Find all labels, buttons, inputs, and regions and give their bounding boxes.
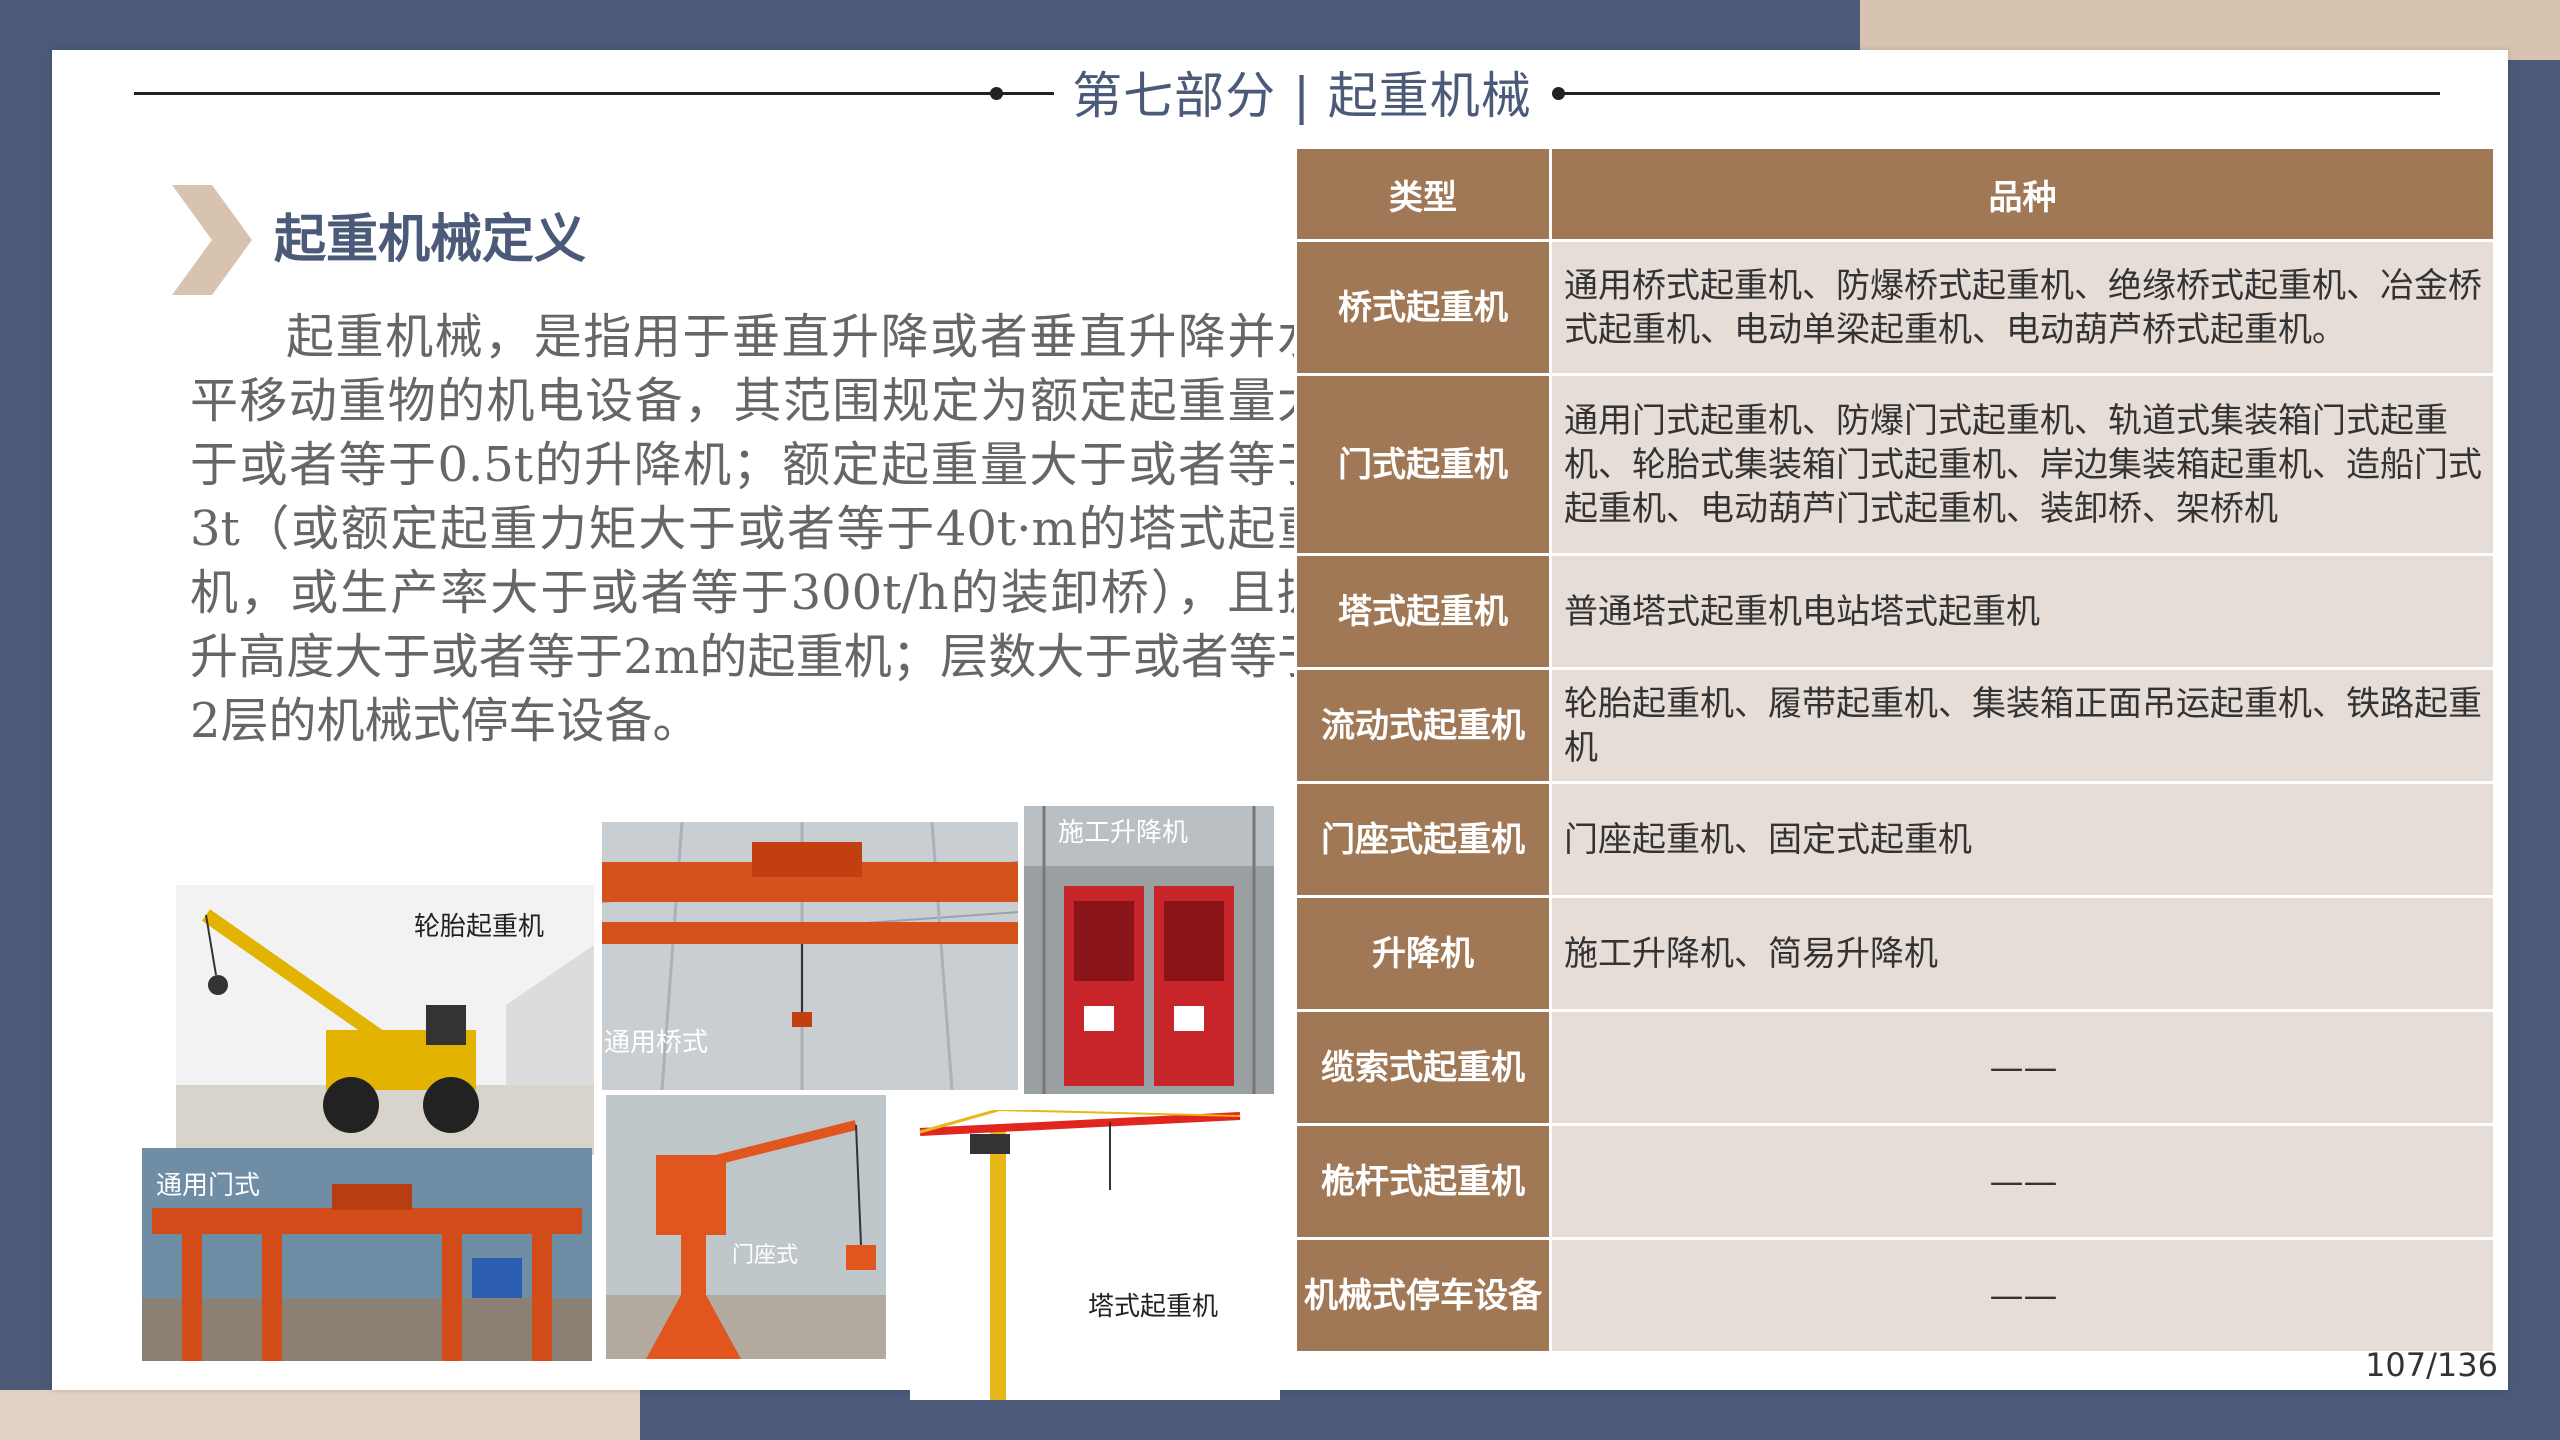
- table-row: 门座式起重机 门座起重机、固定式起重机: [1294, 781, 2496, 898]
- chevron-right-icon: [172, 185, 252, 295]
- tower-crane-caption: 塔式起重机: [1088, 1292, 1219, 1322]
- table-row: 缆索式起重机 ——: [1294, 1009, 2496, 1126]
- row-varieties-cell: 施工升降机、简易升降机: [1549, 895, 2496, 1012]
- section-title: 起重机械定义: [274, 210, 587, 270]
- table-row: 塔式起重机 普通塔式起重机电站塔式起重机: [1294, 553, 2496, 670]
- definition-text: 起重机械，是指用于垂直升降或者垂直升降并水平移动重物的机电设备，其范围规定为额定…: [190, 309, 1325, 749]
- crane-types-table: 类型 品种 桥式起重机 通用桥式起重机、防爆桥式起重机、绝缘桥式起重机、冶金桥式…: [1294, 146, 2496, 1354]
- row-type-cell: 缆索式起重机: [1294, 1009, 1552, 1126]
- background-navy-right: [2500, 60, 2560, 1390]
- table-row: 流动式起重机 轮胎起重机、履带起重机、集装箱正面吊运起重机、铁路起重机: [1294, 667, 2496, 784]
- tower-crane-photo: [910, 1110, 1280, 1400]
- table-header-row: 类型 品种: [1294, 146, 2496, 242]
- portal-crane-caption: 门座式: [732, 1243, 799, 1268]
- bridge-crane-caption: 通用桥式: [604, 1028, 709, 1058]
- row-type-cell: 升降机: [1294, 895, 1552, 1012]
- table-row: 升降机 施工升降机、简易升降机: [1294, 895, 2496, 1012]
- slide: 第七部分 | 起重机械 起重机械定义 起重机械，是指用于垂直升降或者垂直升降并水…: [52, 50, 2508, 1400]
- table-row: 桥式起重机 通用桥式起重机、防爆桥式起重机、绝缘桥式起重机、冶金桥式起重机、电动…: [1294, 239, 2496, 376]
- row-varieties-cell: 普通塔式起重机电站塔式起重机: [1549, 553, 2496, 670]
- row-type-cell: 流动式起重机: [1294, 667, 1552, 784]
- page-number: 107/136: [2365, 1346, 2498, 1384]
- row-type-cell: 门式起重机: [1294, 373, 1552, 556]
- row-varieties-cell: ——: [1549, 1123, 2496, 1240]
- row-type-cell: 桥式起重机: [1294, 239, 1552, 376]
- header-dot-left: [990, 87, 1003, 100]
- row-type-cell: 塔式起重机: [1294, 553, 1552, 670]
- row-varieties-cell: 通用门式起重机、防爆门式起重机、轨道式集装箱门式起重机、轮胎式集装箱门式起重机、…: [1549, 373, 2496, 556]
- table-row: 机械式停车设备 ——: [1294, 1237, 2496, 1354]
- tire-crane-caption: 轮胎起重机: [414, 912, 545, 942]
- header-rule-left: [134, 92, 1054, 95]
- construction-hoist-photo: [1024, 806, 1274, 1094]
- row-varieties-cell: 通用桥式起重机、防爆桥式起重机、绝缘桥式起重机、冶金桥式起重机、电动单梁起重机、…: [1549, 239, 2496, 376]
- row-varieties-cell: 轮胎起重机、履带起重机、集装箱正面吊运起重机、铁路起重机: [1549, 667, 2496, 784]
- construction-hoist-caption: 施工升降机: [1058, 818, 1189, 848]
- background-navy-left: [0, 60, 60, 1390]
- row-type-cell: 机械式停车设备: [1294, 1237, 1552, 1354]
- header-rule-right: [1560, 92, 2440, 95]
- table-row: 门式起重机 通用门式起重机、防爆门式起重机、轨道式集装箱门式起重机、轮胎式集装箱…: [1294, 373, 2496, 556]
- row-type-cell: 桅杆式起重机: [1294, 1123, 1552, 1240]
- table-row: 桅杆式起重机 ——: [1294, 1123, 2496, 1240]
- row-varieties-cell: 门座起重机、固定式起重机: [1549, 781, 2496, 898]
- row-varieties-cell: ——: [1549, 1237, 2496, 1354]
- gantry-crane-caption: 通用门式: [156, 1171, 261, 1201]
- column-header-varieties: 品种: [1549, 146, 2496, 242]
- portal-crane-photo: [606, 1095, 886, 1359]
- row-varieties-cell: ——: [1549, 1009, 2496, 1126]
- header-title: 第七部分 | 起重机械: [1072, 67, 1532, 125]
- row-type-cell: 门座式起重机: [1294, 781, 1552, 898]
- column-header-type: 类型: [1294, 146, 1552, 242]
